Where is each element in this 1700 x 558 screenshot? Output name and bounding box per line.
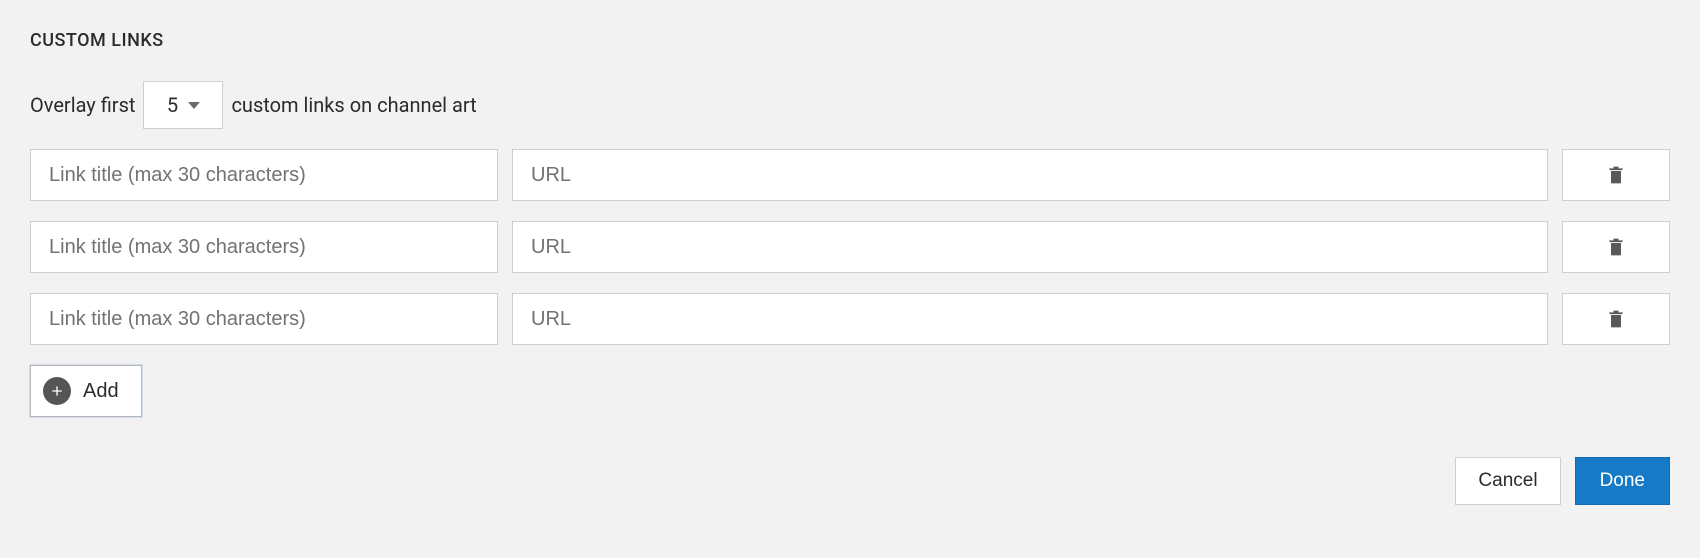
link-title-input[interactable] bbox=[30, 221, 498, 273]
trash-icon bbox=[1606, 235, 1626, 259]
overlay-suffix: custom links on channel art bbox=[231, 93, 476, 117]
link-row bbox=[30, 221, 1670, 273]
trash-icon bbox=[1606, 307, 1626, 331]
delete-link-button[interactable] bbox=[1562, 149, 1670, 201]
delete-link-button[interactable] bbox=[1562, 221, 1670, 273]
add-button-label: Add bbox=[83, 380, 119, 403]
cancel-button[interactable]: Cancel bbox=[1455, 457, 1560, 505]
overlay-setting: Overlay first 5 custom links on channel … bbox=[30, 81, 1670, 129]
links-list bbox=[30, 149, 1670, 345]
chevron-down-icon bbox=[188, 102, 200, 109]
dialog-footer: Cancel Done bbox=[30, 457, 1670, 505]
link-url-input[interactable] bbox=[512, 149, 1548, 201]
link-title-input[interactable] bbox=[30, 149, 498, 201]
link-url-input[interactable] bbox=[512, 221, 1548, 273]
plus-icon bbox=[43, 377, 71, 405]
overlay-count-value: 5 bbox=[167, 93, 178, 117]
section-title: CUSTOM LINKS bbox=[30, 30, 1670, 51]
link-url-input[interactable] bbox=[512, 293, 1548, 345]
done-button[interactable]: Done bbox=[1575, 457, 1670, 505]
overlay-count-select[interactable]: 5 bbox=[143, 81, 223, 129]
delete-link-button[interactable] bbox=[1562, 293, 1670, 345]
link-row bbox=[30, 293, 1670, 345]
trash-icon bbox=[1606, 163, 1626, 187]
link-title-input[interactable] bbox=[30, 293, 498, 345]
add-link-button[interactable]: Add bbox=[30, 365, 142, 417]
link-row bbox=[30, 149, 1670, 201]
overlay-prefix: Overlay first bbox=[30, 93, 135, 117]
